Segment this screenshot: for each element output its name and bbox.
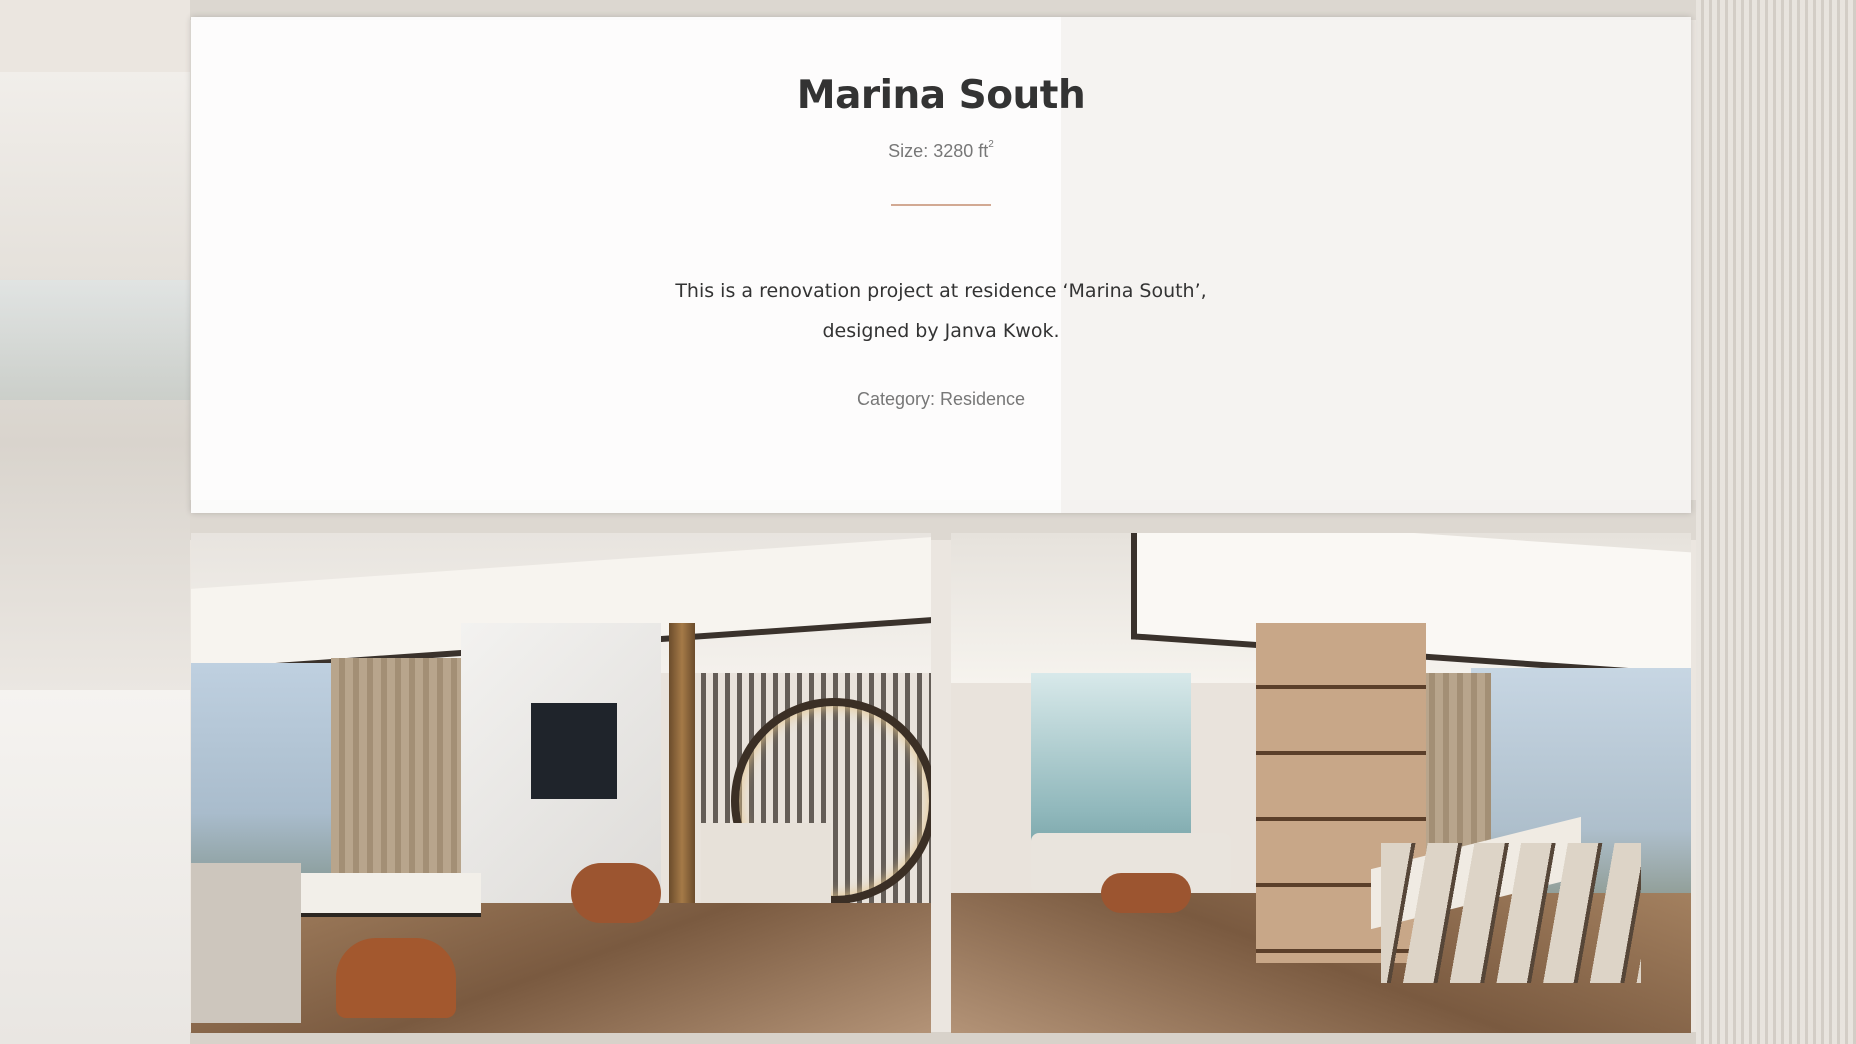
tv-shape [531, 703, 617, 799]
background-right-screen [1696, 0, 1856, 1044]
project-size: Size: 3280 ft2 [191, 139, 1691, 162]
title-divider [891, 204, 991, 206]
background-city-view [0, 280, 190, 400]
gallery-image-living-room[interactable] [191, 533, 931, 1033]
project-category: Category: Residence [856, 389, 1026, 409]
project-description: This is a renovation project at residenc… [675, 280, 1207, 342]
background-bottom-strip [190, 1032, 1696, 1044]
project-title: Marina South [796, 73, 1086, 118]
background-left-lower [0, 690, 190, 1044]
project-size-unit: 2 [988, 139, 994, 150]
project-info-card: Marina South Size: 3280 ft2 This is a re… [191, 17, 1691, 513]
gallery-image-dining-room[interactable] [951, 533, 1691, 1033]
project-size-label: Size: 3280 ft [888, 141, 989, 161]
